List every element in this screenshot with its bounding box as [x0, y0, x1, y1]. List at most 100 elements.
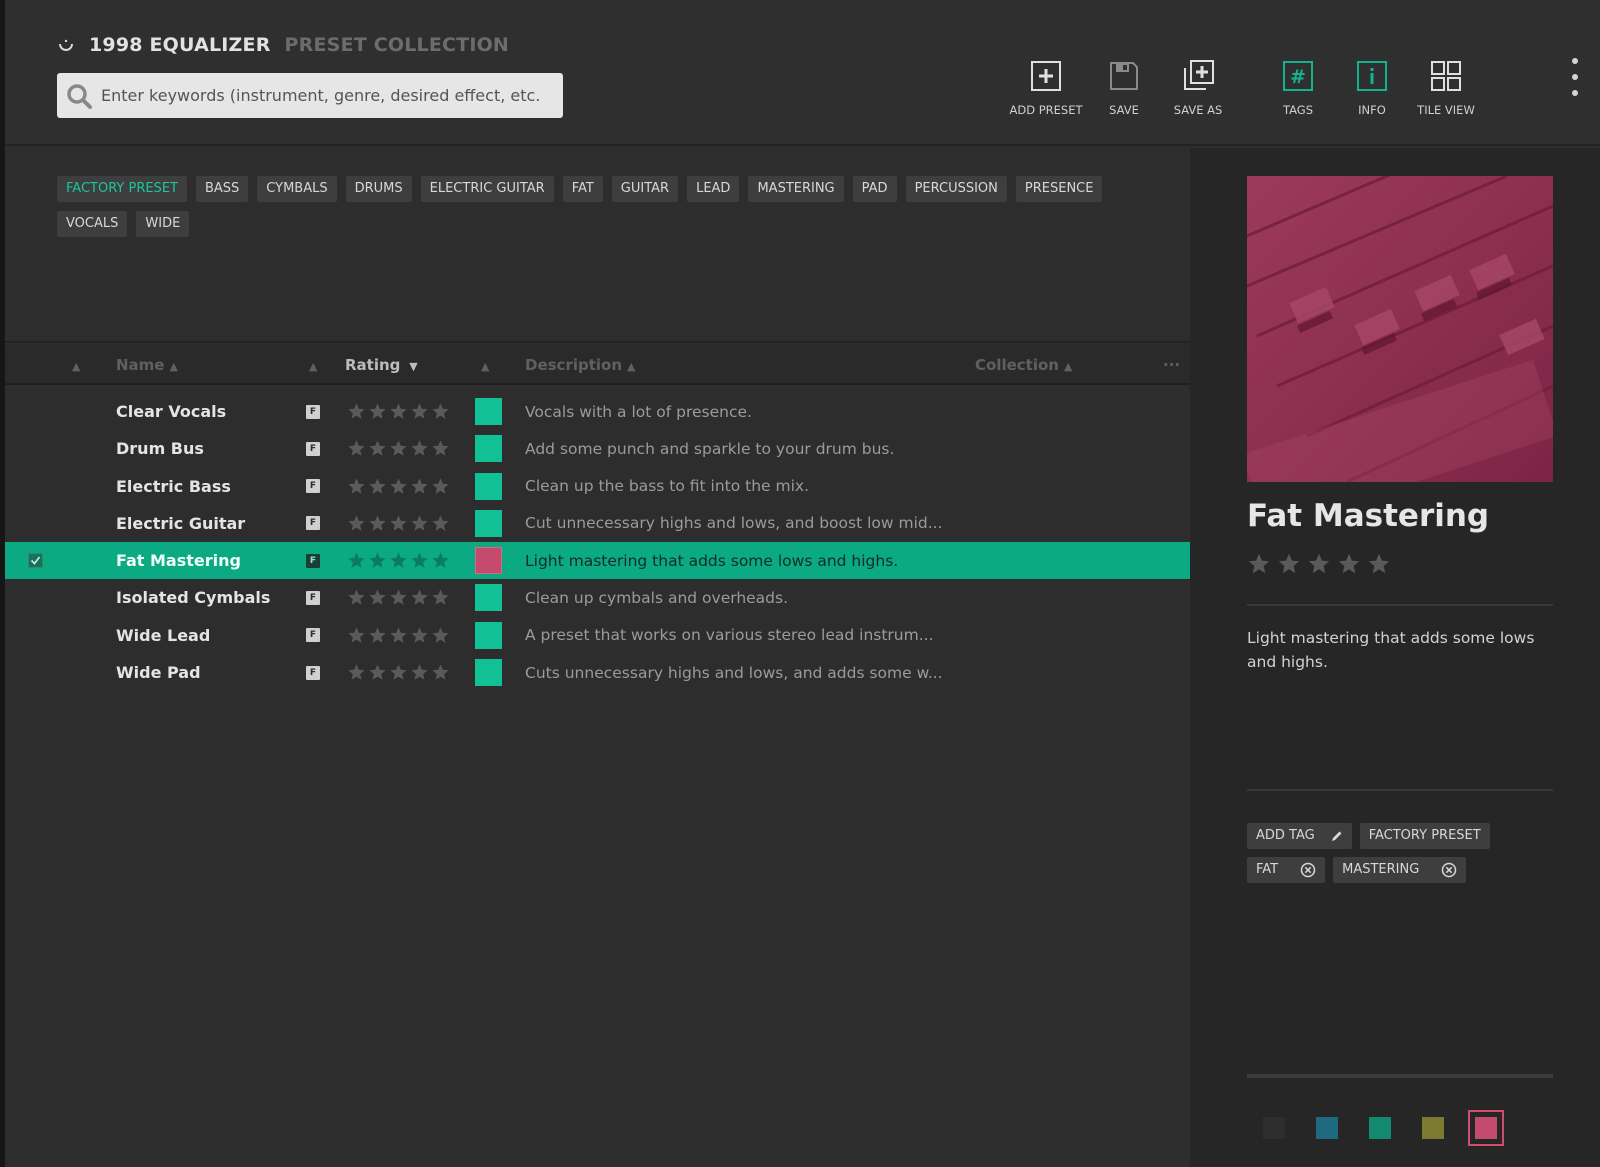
table-row[interactable]: Clear Vocals F Vocals with a lot of presen…: [5, 393, 1190, 430]
rating-star-icon[interactable]: [431, 551, 450, 570]
tag-vocals[interactable]: VOCALS: [57, 211, 128, 237]
rating-star-icon[interactable]: [410, 514, 429, 533]
row-rating-stars[interactable]: [347, 654, 453, 691]
rating-star-icon[interactable]: [347, 514, 366, 533]
tag-cymbals[interactable]: CYMBALS: [257, 176, 337, 202]
tag-mastering[interactable]: MASTERING: [748, 176, 844, 202]
column-options-icon[interactable]: ···: [1163, 345, 1180, 385]
rating-star-icon[interactable]: [368, 514, 387, 533]
name-column-header[interactable]: Name ▲: [116, 345, 178, 385]
tag-fat[interactable]: FAT: [562, 176, 603, 202]
row-rating-stars[interactable]: [347, 430, 453, 467]
rating-star-icon[interactable]: [368, 588, 387, 607]
color-option[interactable]: [1459, 1108, 1512, 1148]
row-rating-stars[interactable]: [347, 468, 453, 505]
table-row[interactable]: Electric Guitar F Cut unnecessary highs an…: [5, 505, 1190, 542]
tag-wide[interactable]: WIDE: [136, 211, 190, 237]
table-row[interactable]: Wide Lead F A preset that works on various…: [5, 617, 1190, 654]
rating-star-icon[interactable]: [368, 551, 387, 570]
rating-star-icon[interactable]: [368, 477, 387, 496]
color-swatch[interactable]: [475, 659, 502, 687]
rating-star-icon[interactable]: [389, 588, 408, 607]
color-option[interactable]: [1406, 1108, 1459, 1148]
select-column-sort[interactable]: ▲: [67, 345, 80, 385]
rating-star-icon[interactable]: [410, 588, 429, 607]
tag-bass[interactable]: BASS: [195, 176, 249, 202]
tag-guitar[interactable]: GUITAR: [611, 176, 679, 202]
row-rating-stars[interactable]: [347, 579, 453, 616]
color-swatch[interactable]: [475, 547, 502, 575]
tag-drums[interactable]: DRUMS: [345, 176, 412, 202]
row-checkbox-cell[interactable]: [23, 393, 47, 430]
rating-star-icon[interactable]: [389, 663, 408, 682]
color-column-sort[interactable]: ▲: [476, 345, 489, 385]
row-checkbox-cell[interactable]: [23, 654, 47, 691]
detail-rating-stars[interactable]: [1247, 552, 1391, 576]
rating-star-icon[interactable]: [389, 477, 408, 496]
color-swatch[interactable]: [475, 621, 502, 649]
table-row[interactable]: Wide Pad F Cuts unnecessary highs and lows…: [5, 654, 1190, 691]
description-column-header[interactable]: Description ▲: [525, 345, 636, 385]
detail-tag-fat[interactable]: FAT: [1247, 857, 1326, 883]
rating-star-icon[interactable]: [410, 402, 429, 421]
row-rating-stars[interactable]: [347, 542, 453, 579]
tag-electric-guitar[interactable]: ELECTRIC GUITAR: [420, 176, 554, 202]
rating-star-icon[interactable]: [410, 626, 429, 645]
rating-star-icon[interactable]: [410, 663, 429, 682]
collection-column-header[interactable]: Collection ▲: [975, 345, 1072, 385]
remove-tag-icon[interactable]: [1300, 862, 1316, 878]
rating-star-icon[interactable]: [431, 663, 450, 682]
rating-star-icon[interactable]: [431, 477, 450, 496]
color-swatch[interactable]: [475, 398, 502, 425]
rating-star-icon[interactable]: [431, 514, 450, 533]
row-checkbox-cell[interactable]: [23, 505, 47, 542]
rating-star-icon[interactable]: [389, 514, 408, 533]
rating-star-icon[interactable]: [368, 663, 387, 682]
row-checkbox-cell[interactable]: [23, 579, 47, 616]
rating-star-icon[interactable]: [410, 439, 429, 458]
rating-star-icon[interactable]: [410, 477, 429, 496]
rating-star-icon[interactable]: [1247, 552, 1271, 576]
rating-star-icon[interactable]: [368, 402, 387, 421]
rating-star-icon[interactable]: [1277, 552, 1301, 576]
color-option[interactable]: [1300, 1108, 1353, 1148]
rating-star-icon[interactable]: [389, 551, 408, 570]
rating-star-icon[interactable]: [347, 477, 366, 496]
badge-column-sort[interactable]: ▲: [304, 345, 317, 385]
table-row[interactable]: Drum Bus F Add some punch and sparkle to y…: [5, 430, 1190, 467]
rating-star-icon[interactable]: [389, 626, 408, 645]
rating-star-icon[interactable]: [431, 588, 450, 607]
color-swatch[interactable]: [475, 509, 502, 537]
row-rating-stars[interactable]: [347, 393, 453, 430]
row-checkbox-cell[interactable]: [23, 617, 47, 654]
row-rating-stars[interactable]: [347, 617, 453, 654]
rating-star-icon[interactable]: [431, 402, 450, 421]
rating-column-header[interactable]: Rating ▼: [345, 345, 418, 385]
rating-star-icon[interactable]: [389, 439, 408, 458]
checkbox[interactable]: [27, 553, 43, 569]
row-checkbox-cell[interactable]: [23, 542, 47, 579]
add-tag-button[interactable]: ADD TAG: [1247, 823, 1352, 849]
color-swatch[interactable]: [475, 472, 502, 500]
color-swatch[interactable]: [475, 435, 502, 463]
rating-star-icon[interactable]: [1307, 552, 1331, 576]
rating-star-icon[interactable]: [431, 626, 450, 645]
tags-button[interactable]: # TAGS: [1261, 56, 1335, 117]
save-as-button[interactable]: SAVE AS: [1161, 56, 1235, 117]
rating-star-icon[interactable]: [347, 588, 366, 607]
table-row[interactable]: Isolated Cymbals F Clean up cymbals and ov…: [5, 579, 1190, 616]
add-preset-button[interactable]: ADD PRESET: [1005, 56, 1087, 117]
rating-star-icon[interactable]: [347, 402, 366, 421]
search-input[interactable]: [101, 86, 541, 105]
tag-pad[interactable]: PAD: [852, 176, 897, 202]
table-row[interactable]: Fat Mastering F Light mastering that adds …: [5, 542, 1190, 580]
rating-star-icon[interactable]: [347, 663, 366, 682]
table-row[interactable]: Electric Bass F Clean up the bass to fit i…: [5, 468, 1190, 505]
color-option[interactable]: [1353, 1108, 1406, 1148]
tag-factory-preset[interactable]: FACTORY PRESET: [57, 176, 187, 202]
info-button[interactable]: INFO: [1335, 56, 1409, 117]
detail-tag-mastering[interactable]: MASTERING: [1333, 857, 1467, 883]
rating-star-icon[interactable]: [1367, 552, 1391, 576]
color-swatch[interactable]: [475, 584, 502, 612]
tag-lead[interactable]: LEAD: [687, 176, 740, 202]
